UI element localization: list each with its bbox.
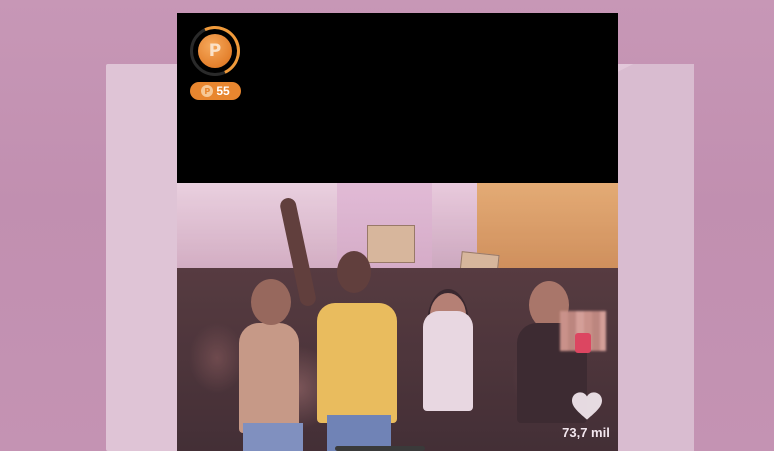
bottom-handle[interactable] bbox=[335, 446, 425, 451]
coin-small-icon: P bbox=[201, 85, 214, 97]
coin-symbol: P bbox=[208, 41, 222, 61]
coin-balance: 55 bbox=[216, 84, 230, 98]
background-card-right-edge bbox=[618, 64, 694, 451]
post-photo[interactable] bbox=[177, 183, 618, 451]
coin-small-symbol: P bbox=[204, 86, 211, 96]
coin-p-icon: P bbox=[198, 34, 232, 68]
post-card[interactable] bbox=[177, 13, 618, 451]
like-count: 73,7 mil bbox=[562, 425, 610, 440]
heart-icon[interactable] bbox=[570, 391, 604, 421]
coin-progress-ring[interactable]: P bbox=[190, 26, 240, 76]
photo-tint bbox=[177, 183, 618, 451]
coin-balance-pill[interactable]: P 55 bbox=[190, 82, 241, 100]
